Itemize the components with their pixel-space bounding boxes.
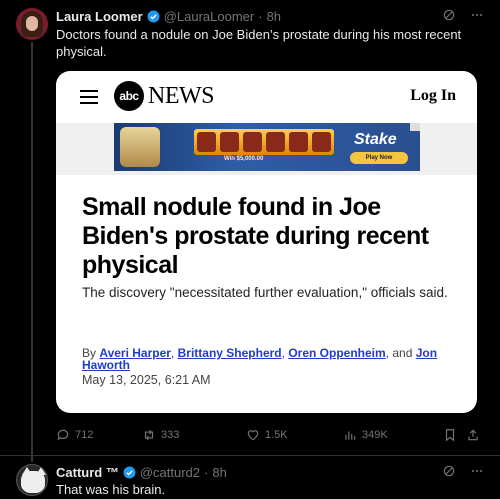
author-name[interactable]: Laura Loomer <box>56 9 143 24</box>
more-icon[interactable] <box>470 464 484 478</box>
grok-icon[interactable] <box>442 464 456 478</box>
article-subtitle: The discovery "necessitated further eval… <box>82 285 448 300</box>
tweet-top-icons <box>442 8 484 22</box>
tweet-header: Laura Loomer @LauraLoomer · 8h <box>56 9 281 24</box>
author-handle[interactable]: @catturd2 <box>140 465 200 480</box>
news-wordmark[interactable]: NEWS <box>148 84 215 108</box>
tweet-laura-loomer[interactable]: Laura Loomer @LauraLoomer · 8h Doctors f… <box>0 0 500 462</box>
timestamp[interactable]: 8h <box>267 9 281 24</box>
repost-icon <box>144 429 154 441</box>
author-link[interactable]: Oren Oppenheim <box>288 346 385 360</box>
login-link[interactable]: Log In <box>410 87 456 105</box>
repost-count: 333 <box>161 429 180 441</box>
ad-win-text: Win $5,000.00 <box>224 156 264 162</box>
abc-logo[interactable]: abc <box>114 81 144 111</box>
views-button[interactable]: 349K <box>343 428 388 442</box>
verified-badge-icon <box>147 10 160 23</box>
tweet-top-icons <box>442 464 484 478</box>
tweet-catturd[interactable]: Catturd ™ @catturd2 · 8h That was his br… <box>0 455 500 499</box>
avatar[interactable] <box>16 8 48 40</box>
ad-character <box>120 127 160 167</box>
author-link[interactable]: Brittany Shepherd <box>178 346 282 360</box>
card-nav: abc NEWS Log In <box>56 71 477 123</box>
timestamp[interactable]: 8h <box>212 465 226 480</box>
avatar[interactable] <box>16 464 48 496</box>
ad-play-button[interactable]: Play Now <box>350 152 408 164</box>
ad-brand: Stake <box>354 131 397 148</box>
grok-icon[interactable] <box>442 8 456 22</box>
author-handle[interactable]: @LauraLoomer <box>164 9 255 24</box>
tweet-header: Catturd ™ @catturd2 · 8h <box>56 465 227 480</box>
separator: · <box>204 465 209 480</box>
tweet-actions: 712 333 1.5K 349K <box>56 425 481 445</box>
byline-and: and <box>392 346 413 360</box>
share-button[interactable] <box>466 428 480 442</box>
hamburger-icon[interactable] <box>80 90 98 104</box>
reply-icon <box>57 429 69 441</box>
ad-slot-reels <box>194 129 334 155</box>
like-count: 1.5K <box>265 429 288 441</box>
views-icon <box>345 431 356 440</box>
link-card[interactable]: abc NEWS Log In Win $5,000.00 Stake Play… <box>56 71 477 413</box>
more-icon[interactable] <box>470 8 484 22</box>
like-icon <box>247 430 259 441</box>
ad-choices-icon[interactable] <box>410 123 420 131</box>
ad-banner[interactable]: Win $5,000.00 Stake Play Now <box>114 123 420 171</box>
repost-button[interactable]: 333 <box>142 428 179 442</box>
share-icon <box>468 429 478 441</box>
thread-line <box>31 42 33 462</box>
author-name[interactable]: Catturd ™ <box>56 465 119 480</box>
like-button[interactable]: 1.5K <box>246 428 288 442</box>
bookmark-button[interactable] <box>443 428 457 442</box>
article-date: May 13, 2025, 6:21 AM <box>82 373 211 387</box>
separator: · <box>258 9 263 24</box>
ad-strip: Win $5,000.00 Stake Play Now <box>56 123 477 175</box>
article-byline: By Averi Harper, Brittany Shepherd, Oren… <box>82 346 438 372</box>
tweet-text: That was his brain. <box>56 482 166 497</box>
article-headline[interactable]: Small nodule found in Joe Biden's prosta… <box>82 193 452 280</box>
verified-badge-icon <box>123 466 136 479</box>
bookmark-icon <box>445 429 455 442</box>
tweet-text: Doctors found a nodule on Joe Biden’s pr… <box>56 27 462 59</box>
views-count: 349K <box>362 429 388 441</box>
reply-button[interactable]: 712 <box>56 428 93 442</box>
reply-count: 712 <box>75 429 94 441</box>
